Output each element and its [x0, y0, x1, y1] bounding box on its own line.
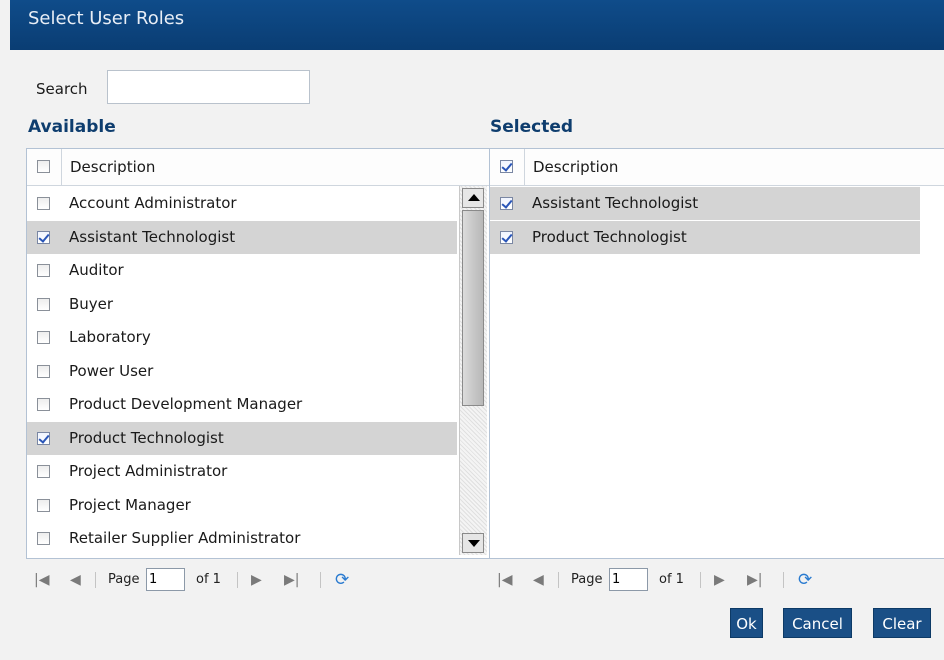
selected-pager: |◀ ◀ Page of 1 ▶ ▶| ⟳ — [489, 565, 929, 595]
pager-page-label: Page — [571, 572, 603, 587]
row-checkbox[interactable] — [37, 431, 50, 445]
scroll-down-arrow-icon[interactable] — [462, 533, 484, 553]
row-checkbox[interactable] — [500, 230, 513, 244]
row-label: Assistant Technologist — [69, 227, 236, 246]
list-item[interactable]: Assistant Technologist — [27, 220, 457, 254]
list-item[interactable]: Product Development Manager — [27, 388, 457, 421]
prev-page-icon[interactable]: ◀ — [533, 565, 544, 595]
list-item[interactable]: Project Manager — [27, 489, 457, 522]
last-page-icon[interactable]: ▶| — [284, 565, 299, 595]
list-item[interactable]: Project Administrator — [27, 455, 457, 488]
pager-page-label: Page — [108, 572, 140, 587]
row-label: Power User — [69, 361, 154, 380]
available-select-all-checkbox[interactable] — [37, 160, 50, 173]
list-item[interactable]: Auditor — [27, 254, 457, 287]
row-label: Project Manager — [69, 495, 191, 514]
available-description-header[interactable]: Description — [61, 149, 465, 185]
scroll-thumb[interactable] — [462, 210, 484, 406]
cancel-button[interactable]: Cancel — [783, 608, 852, 638]
row-label: Product Development Manager — [69, 395, 303, 413]
list-item[interactable]: Account Administrator — [27, 187, 457, 220]
next-page-icon[interactable]: ▶ — [714, 565, 725, 595]
scroll-up-arrow-icon[interactable] — [462, 188, 484, 208]
row-checkbox[interactable] — [37, 230, 50, 244]
available-grid: Description Account Administrator Assista… — [26, 148, 490, 559]
list-item[interactable]: Product Technologist — [27, 421, 457, 455]
list-item[interactable]: Laboratory — [27, 321, 457, 354]
available-pager: |◀ ◀ Page of 1 ▶ ▶| ⟳ — [26, 565, 486, 595]
row-checkbox[interactable] — [37, 331, 50, 344]
row-checkbox[interactable] — [37, 364, 50, 378]
selected-grid-header: Description — [490, 149, 944, 186]
row-checkbox[interactable] — [37, 498, 50, 512]
row-label: Laboratory — [69, 328, 151, 346]
row-checkbox[interactable] — [37, 398, 50, 411]
row-checkbox[interactable] — [37, 297, 50, 311]
row-label: Product Technologist — [532, 227, 687, 246]
pager-of-label: of 1 — [196, 572, 221, 587]
search-label: Search — [36, 80, 88, 98]
available-grid-header: Description — [27, 149, 489, 186]
first-page-icon[interactable]: |◀ — [497, 565, 512, 595]
selected-grid: Description Assistant Technologist Produc… — [489, 148, 944, 559]
selected-title: Selected — [490, 117, 574, 137]
refresh-icon[interactable]: ⟳ — [335, 565, 349, 595]
pager-of-label: of 1 — [659, 572, 684, 587]
list-item[interactable]: Product Technologist — [490, 220, 920, 254]
row-checkbox[interactable] — [37, 264, 50, 277]
last-page-icon[interactable]: ▶| — [747, 565, 762, 595]
clear-button[interactable]: Clear — [873, 608, 931, 638]
prev-page-icon[interactable]: ◀ — [70, 565, 81, 595]
page-number-input[interactable] — [609, 568, 648, 591]
row-label: Retailer Supplier Administrator — [69, 529, 301, 547]
refresh-icon[interactable]: ⟳ — [798, 565, 812, 595]
row-checkbox[interactable] — [37, 465, 50, 478]
row-label: Project Administrator — [69, 462, 228, 480]
row-checkbox[interactable] — [37, 197, 50, 210]
ok-button[interactable]: Ok — [730, 608, 763, 638]
row-label: Account Administrator — [69, 194, 237, 212]
list-item[interactable]: Power User — [27, 355, 457, 388]
list-item[interactable]: Retailer Supplier Administrator — [27, 522, 457, 555]
row-label: Assistant Technologist — [532, 194, 699, 212]
row-label: Product Technologist — [69, 428, 224, 447]
selected-description-header[interactable]: Description — [524, 149, 923, 185]
list-item[interactable]: Buyer — [27, 288, 457, 321]
page-number-input[interactable] — [146, 568, 185, 591]
row-checkbox[interactable] — [37, 532, 50, 545]
search-input[interactable] — [107, 70, 310, 104]
list-item[interactable]: Assistant Technologist — [490, 187, 920, 220]
row-label: Auditor — [69, 261, 124, 279]
row-label: Buyer — [69, 294, 114, 313]
available-scrollbar[interactable] — [459, 186, 487, 555]
row-checkbox[interactable] — [500, 197, 513, 210]
dialog-title-bar: Select User Roles — [10, 0, 944, 50]
selected-select-all-checkbox[interactable] — [500, 160, 513, 173]
available-title: Available — [28, 117, 116, 137]
first-page-icon[interactable]: |◀ — [34, 565, 49, 595]
next-page-icon[interactable]: ▶ — [251, 565, 262, 595]
dialog-title: Select User Roles — [28, 8, 185, 29]
